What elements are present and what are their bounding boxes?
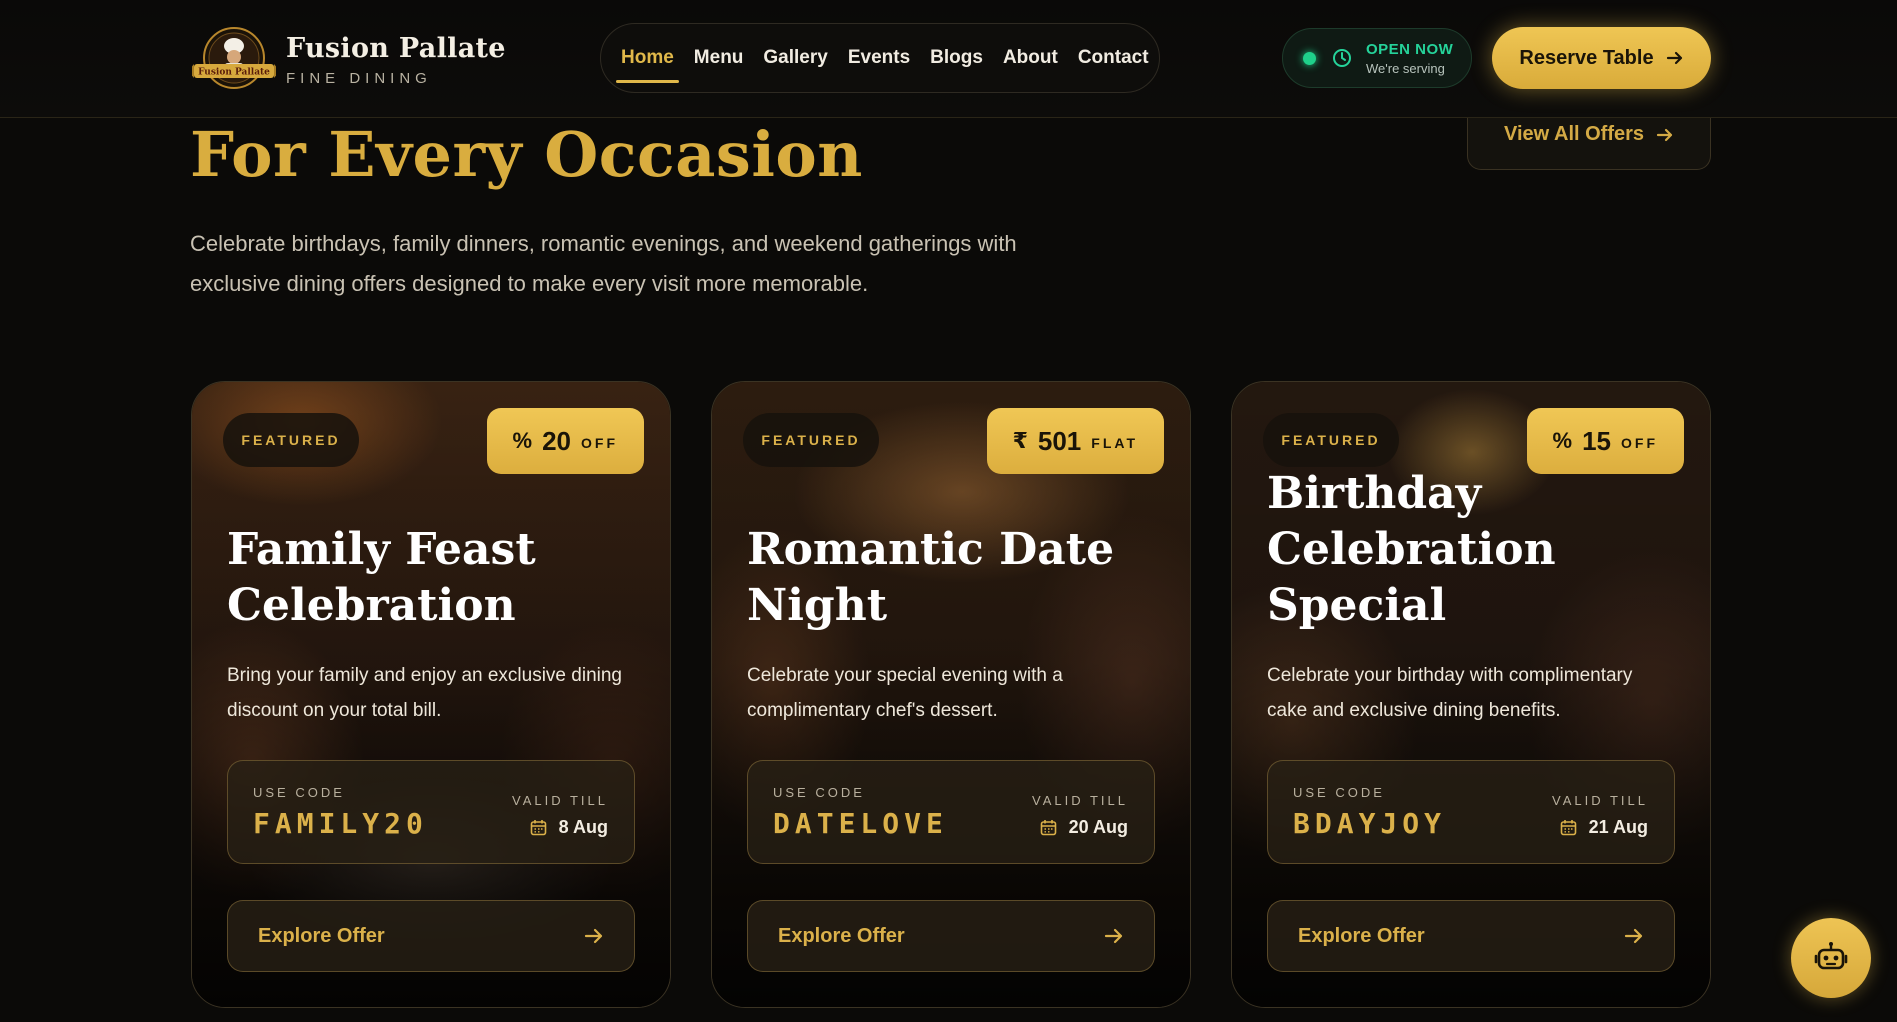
code-label: USE CODE [1293,785,1385,800]
brand[interactable]: Fusion Pallate Fusion Pallate FINE DININ… [188,26,506,94]
calendar-icon [530,820,546,836]
discount-unit: OFF [581,435,618,451]
nav-item-gallery[interactable]: Gallery [763,47,827,69]
nav-item-about[interactable]: About [1003,47,1058,69]
arrow-right-icon [1656,128,1673,141]
status-title: OPEN NOW [1366,40,1454,58]
explore-offer-button[interactable]: Explore Offer [747,900,1155,972]
card-description: Celebrate your birthday with complimenta… [1267,665,1633,721]
valid-till-label: VALID TILL [512,793,608,808]
nav-item-events[interactable]: Events [848,47,910,69]
discount-unit: OFF [1621,435,1658,451]
code-label: USE CODE [773,785,865,800]
valid-date-text: 8 Aug [558,817,608,837]
open-status-pill: OPEN NOW We're serving [1282,28,1472,88]
calendar-icon [1040,820,1056,836]
valid-date-text: 21 Aug [1588,817,1648,837]
status-subtitle: We're serving [1366,60,1445,76]
section-title: For Every Occasion [190,118,863,191]
clock-icon [1333,49,1351,67]
explore-offer-label: Explore Offer [258,924,385,947]
card-description: Celebrate your special evening with a co… [747,665,1063,721]
card-title: Family Feast Celebration [227,524,536,631]
arrow-right-icon [1666,51,1682,65]
valid-till-label: VALID TILL [1032,793,1128,808]
robot-icon [1814,942,1848,970]
chatbot-button[interactable] [1791,918,1871,998]
discount-badge: ₹ 501 FLAT [986,408,1164,474]
nav-item-blogs[interactable]: Blogs [930,47,983,69]
reserve-table-button[interactable]: Reserve Table [1492,27,1711,89]
view-all-offers-label: View All Offers [1503,123,1645,145]
offer-card-family[interactable]: FEATURED % 20 OFF Family Feast Celebrati… [191,381,671,1008]
promo-code[interactable]: DATELOVE [773,807,948,840]
featured-badge: FEATURED [1263,413,1399,467]
brand-subtitle: FINE DINING [286,70,432,87]
valid-date-text: 20 Aug [1068,817,1128,837]
section-description: Celebrate birthdays, family dinners, rom… [190,231,1017,296]
featured-badge: FEATURED [223,413,359,467]
restaurant-logo: Fusion Pallate [188,26,280,94]
valid-till-date: 21 Aug [1560,817,1648,838]
promo-code[interactable]: BDAYJOY [1293,807,1446,840]
valid-till-label: VALID TILL [1552,793,1648,808]
explore-offer-label: Explore Offer [778,924,905,947]
code-label: USE CODE [253,785,345,800]
card-title: Birthday Celebration Special [1267,468,1556,631]
explore-offer-button[interactable]: Explore Offer [227,900,635,972]
logo-ribbon-text: Fusion Pallate [198,68,270,78]
promo-code-box: USE CODE DATELOVE VALID TILL 20 Aug [747,760,1155,864]
status-dot [1303,51,1316,65]
percent-icon: % [1552,428,1573,453]
rupee-icon: ₹ [1012,428,1028,453]
promo-code[interactable]: FAMILY20 [253,807,428,840]
card-description: Bring your family and enjoy an exclusive… [227,665,622,721]
card-title: Romantic Date Night [747,524,1115,631]
offer-card-birthday[interactable]: FEATURED % 15 OFF Birthday Celebration S… [1231,381,1711,1008]
reserve-table-label: Reserve Table [1519,46,1654,69]
discount-badge: % 15 OFF [1526,408,1684,474]
site-header: Fusion Pallate Fusion Pallate FINE DININ… [0,0,1897,118]
promo-code-box: USE CODE FAMILY20 VALID TILL 8 Aug [227,760,635,864]
calendar-icon [1560,820,1576,836]
discount-value: 20 [542,425,571,456]
main-nav: Home Menu Gallery Events Blogs About Con… [600,23,1160,93]
explore-offer-label: Explore Offer [1298,924,1425,947]
offer-card-romantic[interactable]: FEATURED ₹ 501 FLAT Romantic Date Night … [711,381,1191,1008]
valid-till-date: 8 Aug [530,817,608,838]
arrow-right-icon [1624,928,1643,944]
promo-code-box: USE CODE BDAYJOY VALID TILL 21 Aug [1267,760,1675,864]
percent-icon: % [512,428,533,453]
discount-unit: FLAT [1091,435,1138,451]
nav-item-menu[interactable]: Menu [694,47,744,69]
arrow-right-icon [584,928,603,944]
discount-value: 501 [1037,425,1082,456]
arrow-right-icon [1104,928,1123,944]
nav-item-home[interactable]: Home [616,47,679,83]
nav-item-contact[interactable]: Contact [1078,47,1149,69]
explore-offer-button[interactable]: Explore Offer [1267,900,1675,972]
discount-value: 15 [1582,425,1611,456]
featured-badge: FEATURED [743,413,879,467]
discount-badge: % 20 OFF [486,408,644,474]
valid-till-date: 20 Aug [1040,817,1128,838]
brand-name: Fusion Pallate [286,33,506,64]
